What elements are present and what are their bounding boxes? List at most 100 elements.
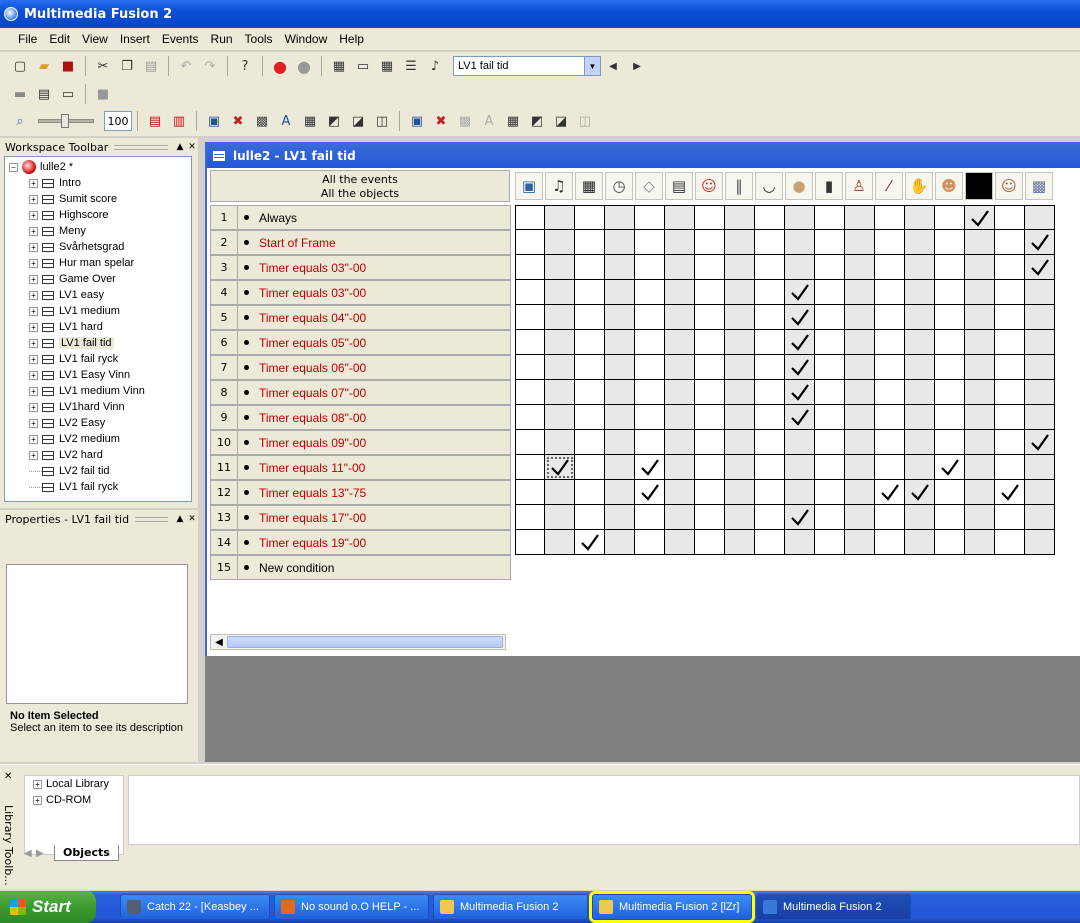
grid-cell[interactable]	[725, 530, 755, 555]
tree-item[interactable]: + Game Over	[5, 271, 191, 287]
grid-cell[interactable]	[635, 405, 665, 430]
close-icon[interactable]: ✕	[186, 142, 198, 152]
object-red-icon[interactable]: ✖	[228, 111, 248, 131]
grid-cell[interactable]	[665, 230, 695, 255]
event-condition[interactable]: Timer equals 19"-00	[238, 530, 511, 555]
event-list-red-2-icon[interactable]: ▥	[169, 111, 189, 131]
grid-cell[interactable]	[575, 330, 605, 355]
grid-cell[interactable]	[815, 305, 845, 330]
grid-cell[interactable]	[815, 530, 845, 555]
event-condition[interactable]: Timer equals 13"-75	[238, 480, 511, 505]
grid-cell[interactable]	[545, 480, 575, 505]
grid-cell[interactable]	[755, 530, 785, 555]
grid-cell[interactable]	[845, 330, 875, 355]
grid-cell[interactable]	[965, 305, 995, 330]
expand-icon[interactable]: +	[29, 306, 38, 316]
grid-cell[interactable]	[665, 305, 695, 330]
grid-cell[interactable]	[905, 380, 935, 405]
tree-item[interactable]: + Intro	[5, 175, 191, 191]
grid-cell[interactable]	[815, 255, 845, 280]
stop-run-icon[interactable]: ■	[93, 84, 113, 104]
grid-cell[interactable]	[695, 355, 725, 380]
grid-cell[interactable]	[905, 205, 935, 230]
pattern-icon[interactable]: ▩	[1025, 172, 1053, 200]
object-disabled-icon[interactable]: ▩	[455, 111, 475, 131]
event-editor-icon[interactable]: ▦	[377, 56, 397, 76]
grid-cell[interactable]	[815, 405, 845, 430]
grid-cell[interactable]	[905, 255, 935, 280]
previous-frame-icon[interactable]: ◀	[603, 56, 623, 76]
grid-cell[interactable]	[515, 455, 545, 480]
grid-cell[interactable]	[575, 305, 605, 330]
text-object-icon[interactable]: A	[276, 111, 296, 131]
grid-cell[interactable]	[905, 480, 935, 505]
grid-cell[interactable]	[875, 505, 905, 530]
cut-icon[interactable]: ✂	[93, 56, 113, 76]
grid-cell[interactable]	[515, 430, 545, 455]
expand-icon[interactable]: +	[33, 795, 42, 805]
grid-cell[interactable]	[515, 380, 545, 405]
grid-cell[interactable]	[695, 480, 725, 505]
grid-cell[interactable]	[665, 405, 695, 430]
grid-cell[interactable]	[785, 255, 815, 280]
grid-cell[interactable]	[995, 230, 1025, 255]
grid-cell[interactable]	[815, 205, 845, 230]
scroll-thumb[interactable]	[227, 636, 503, 648]
copy-icon[interactable]: ❐	[117, 56, 137, 76]
grid-cell[interactable]	[905, 230, 935, 255]
storyboard-editor-icon[interactable]: ▦	[329, 56, 349, 76]
grid-cell[interactable]	[1025, 355, 1055, 380]
grid-cell[interactable]	[515, 480, 545, 505]
grid-cell[interactable]	[635, 505, 665, 530]
grid-cell[interactable]	[605, 505, 635, 530]
grid-cell[interactable]	[515, 280, 545, 305]
event-condition[interactable]: Timer equals 05"-00	[238, 330, 511, 355]
grid-cell[interactable]	[665, 530, 695, 555]
grid-cell[interactable]	[545, 530, 575, 555]
grid-cell[interactable]	[905, 430, 935, 455]
grid-cell[interactable]	[935, 505, 965, 530]
grid-cell[interactable]	[695, 330, 725, 355]
paste-icon[interactable]: ▤	[141, 56, 161, 76]
expand-icon[interactable]: +	[29, 354, 38, 364]
grid-cell[interactable]	[545, 455, 575, 480]
grid-cell[interactable]	[605, 205, 635, 230]
grid-cell[interactable]	[515, 255, 545, 280]
grid-cell[interactable]	[785, 280, 815, 305]
zoom-input[interactable]: 100	[104, 111, 132, 131]
grid-cell[interactable]	[935, 455, 965, 480]
expand-icon[interactable]: +	[29, 402, 38, 412]
object-tool-5-icon[interactable]: ◪	[551, 111, 571, 131]
grid-cell[interactable]	[905, 405, 935, 430]
tree-item[interactable]: + LV1 fail tid	[5, 335, 191, 351]
grid-cell[interactable]	[845, 380, 875, 405]
grid-cell[interactable]	[845, 205, 875, 230]
grid-cell[interactable]	[665, 280, 695, 305]
grid-cell[interactable]	[575, 480, 605, 505]
pants-icon[interactable]: ‖	[725, 172, 753, 200]
tree-item[interactable]: + Meny	[5, 223, 191, 239]
grid-cell[interactable]	[725, 430, 755, 455]
tree-item[interactable]: + Highscore	[5, 207, 191, 223]
grid-cell[interactable]	[875, 530, 905, 555]
grid-cell[interactable]	[875, 380, 905, 405]
frame-select[interactable]: LV1 fail tid ▼	[453, 56, 601, 76]
grid-cell[interactable]	[965, 480, 995, 505]
save-icon[interactable]: ■	[58, 56, 78, 76]
grid-cell[interactable]	[725, 255, 755, 280]
grid-cell[interactable]	[635, 255, 665, 280]
grid-cell[interactable]	[605, 405, 635, 430]
grid-cell[interactable]	[575, 205, 605, 230]
grid-cell[interactable]	[515, 530, 545, 555]
grid-cell[interactable]	[785, 505, 815, 530]
grid-cell[interactable]	[605, 280, 635, 305]
grid-cell[interactable]	[815, 355, 845, 380]
grid-cell[interactable]	[515, 230, 545, 255]
grid-cell[interactable]	[995, 205, 1025, 230]
object-disabled-2-icon[interactable]: ◫	[575, 111, 595, 131]
tree-item[interactable]: + LV2 Easy	[5, 415, 191, 431]
event-row[interactable]: 8 Timer equals 07"-00	[210, 380, 511, 405]
properties-list[interactable]	[6, 564, 188, 704]
grid-cell[interactable]	[845, 280, 875, 305]
grid-cell[interactable]	[845, 255, 875, 280]
